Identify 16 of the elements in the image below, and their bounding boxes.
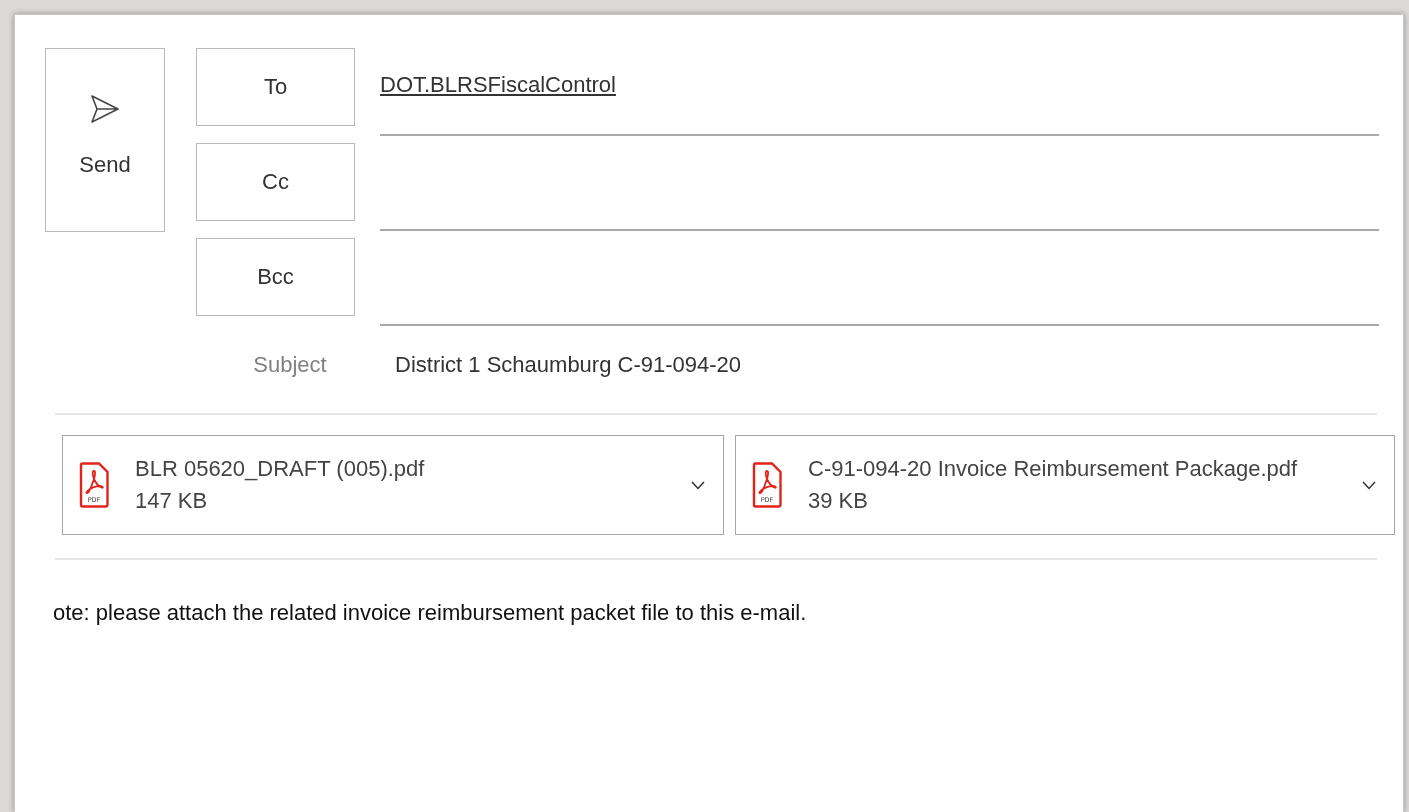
- recipient-button[interactable]: Cc: [196, 143, 355, 221]
- file-size: 39 KB: [808, 488, 869, 514]
- recipient-button[interactable]: To: [196, 48, 355, 126]
- recipient-button[interactable]: Bcc: [196, 238, 355, 316]
- file-name: BLR 05620_DRAFT (005).pdf: [135, 456, 426, 482]
- send-button[interactable]: Send: [45, 48, 165, 232]
- body-text: ote: please attach the related invoice reimbursement packet file to this e-mail.: [53, 600, 808, 626]
- file-size: 147 KB: [135, 488, 209, 514]
- send-icon: [90, 94, 120, 124]
- chevron-down-icon[interactable]: [1362, 480, 1376, 490]
- chevron-down-icon[interactable]: [691, 480, 705, 490]
- recipient-address[interactable]: DOT.BLRSFiscalControl: [380, 72, 616, 97]
- recipient-field[interactable]: DOT.BLRSFiscalControl: [380, 48, 1379, 136]
- subject-field[interactable]: District 1 Schaumburg C-91-094-20: [395, 352, 742, 378]
- file-name: C-91-094-20 Invoice Reimbursement Package.pdf: [808, 456, 1299, 482]
- subject-label: Subject: [252, 352, 328, 378]
